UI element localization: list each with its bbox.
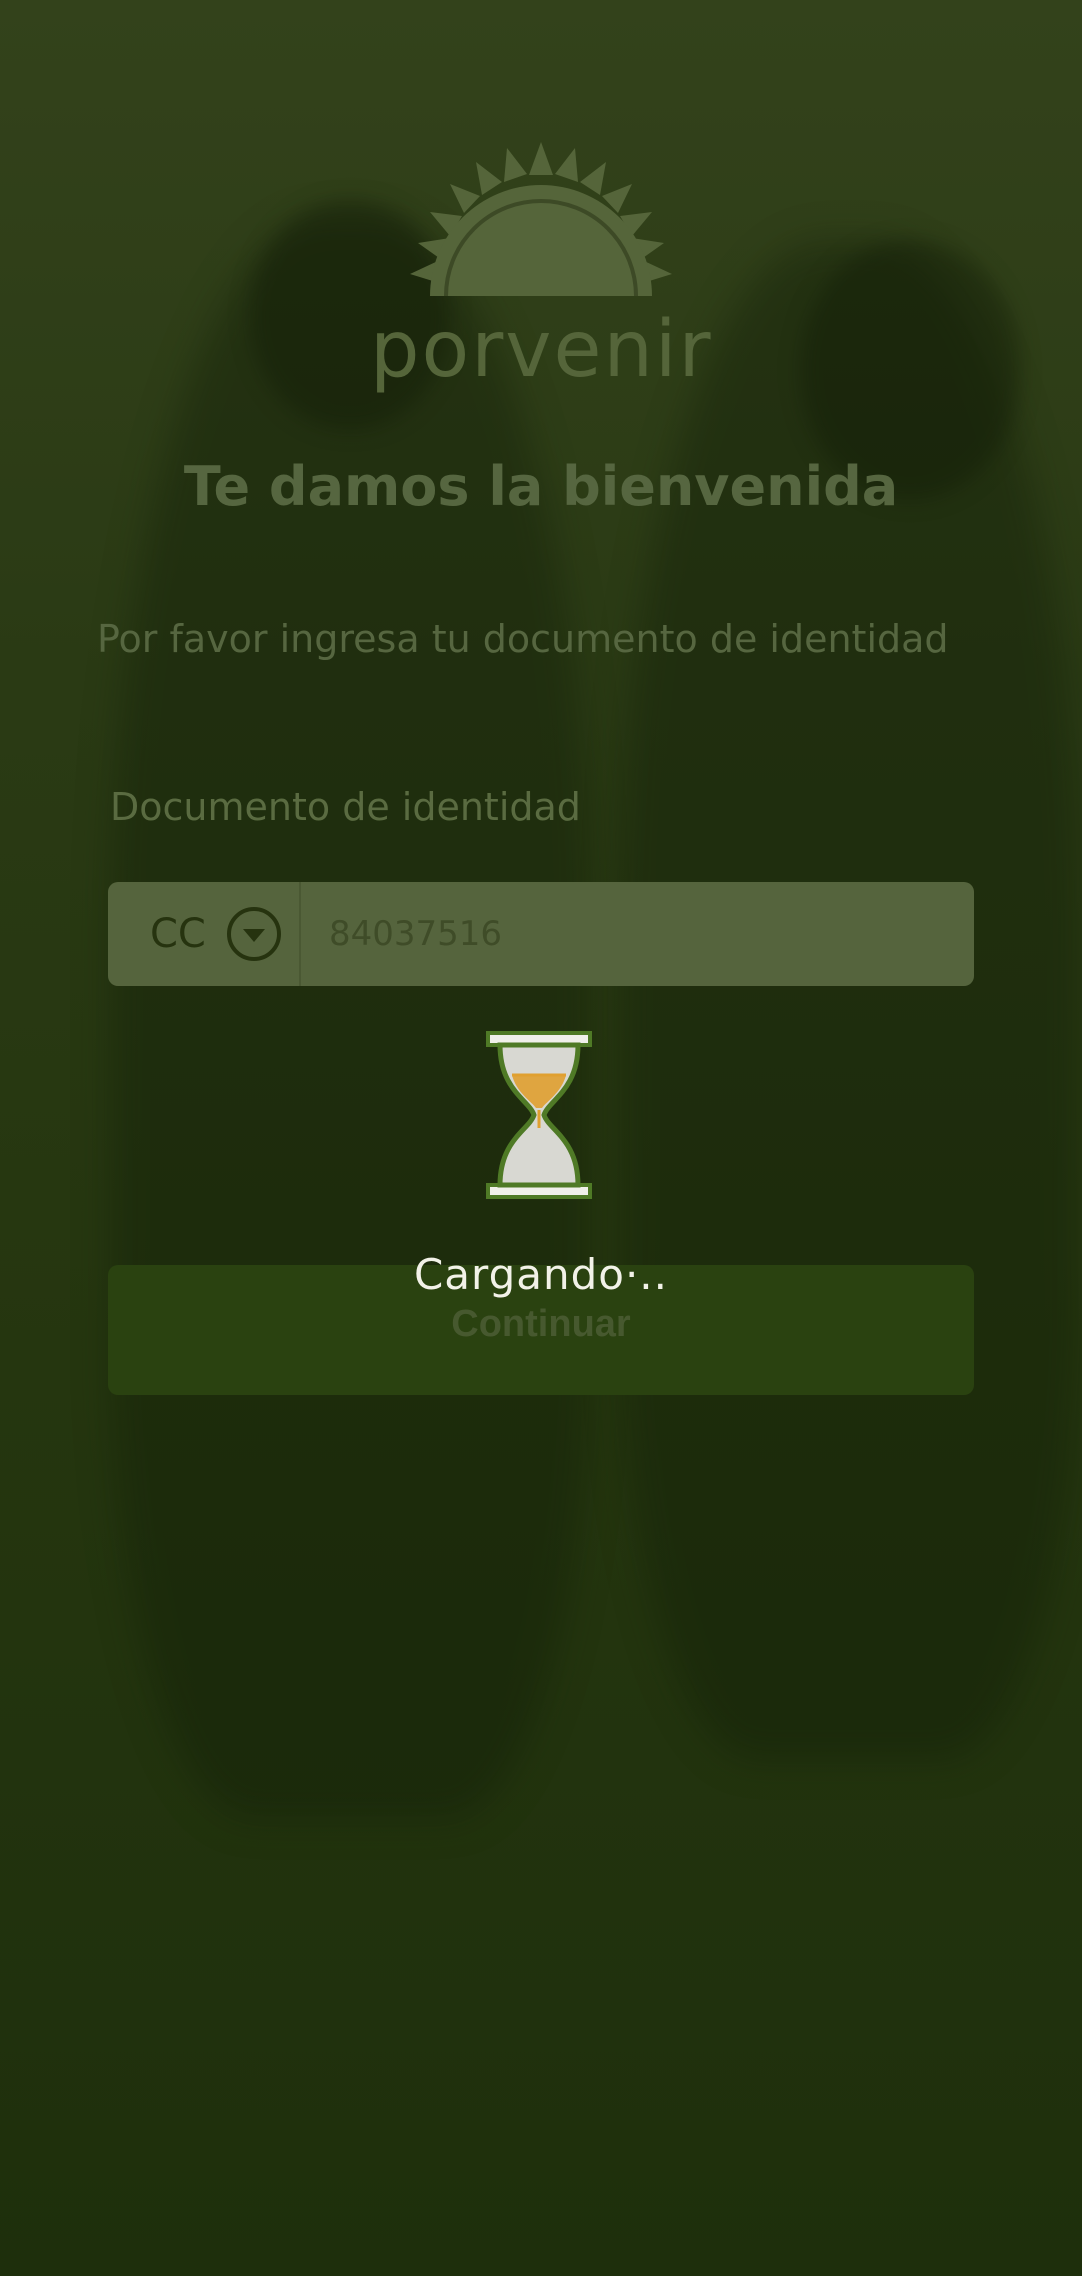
sun-logo-icon: [410, 142, 672, 297]
logo-wordmark: porvenir: [370, 305, 713, 395]
document-number-input[interactable]: 84037516: [329, 914, 502, 954]
welcome-title: Te damos la bienvenida: [183, 455, 899, 518]
document-type-select[interactable]: CC: [108, 882, 301, 986]
chevron-down-icon: [226, 907, 281, 961]
continue-button-label: Continuar: [451, 1303, 631, 1345]
login-screen: porvenir Te damos la bienvenida Por favo…: [0, 0, 1082, 2276]
hourglass-icon: [486, 1031, 592, 1199]
document-type-value: CC: [150, 911, 206, 957]
porvenir-logo: porvenir: [370, 140, 712, 400]
document-input-group: CC 84037516: [108, 882, 974, 986]
document-field-label: Documento de identidad: [110, 785, 581, 829]
welcome-subtitle: Por favor ingresa tu documento de identi…: [97, 617, 949, 661]
loading-text: Cargando·..: [413, 1250, 669, 1299]
